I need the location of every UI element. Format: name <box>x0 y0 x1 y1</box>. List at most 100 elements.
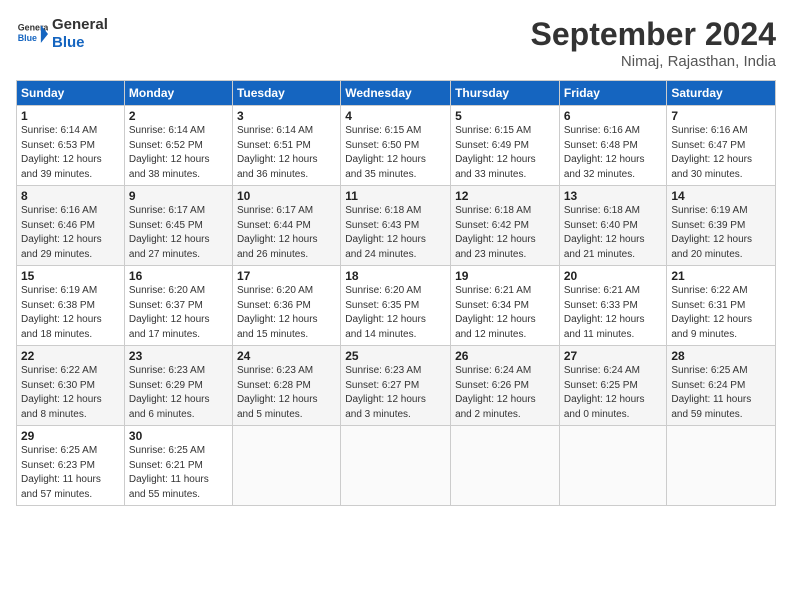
calendar-cell: 28Sunrise: 6:25 AM Sunset: 6:24 PM Dayli… <box>667 346 776 426</box>
day-number: 30 <box>129 429 228 443</box>
day-info: Sunrise: 6:23 AM Sunset: 6:29 PM Dayligh… <box>129 364 228 422</box>
day-info: Sunrise: 6:18 AM Sunset: 6:40 PM Dayligh… <box>564 204 663 262</box>
day-info: Sunrise: 6:21 AM Sunset: 6:33 PM Dayligh… <box>564 284 663 342</box>
month-title: September 2024 <box>531 16 776 53</box>
calendar-cell: 15Sunrise: 6:19 AM Sunset: 6:38 PM Dayli… <box>17 266 125 346</box>
calendar-cell <box>451 426 560 506</box>
calendar-cell: 24Sunrise: 6:23 AM Sunset: 6:28 PM Dayli… <box>232 346 340 426</box>
calendar-cell: 26Sunrise: 6:24 AM Sunset: 6:26 PM Dayli… <box>451 346 560 426</box>
calendar-cell: 5Sunrise: 6:15 AM Sunset: 6:49 PM Daylig… <box>451 106 560 186</box>
day-number: 25 <box>345 349 446 363</box>
day-info: Sunrise: 6:23 AM Sunset: 6:27 PM Dayligh… <box>345 364 446 422</box>
day-header: Wednesday <box>341 81 451 106</box>
day-number: 14 <box>671 189 771 203</box>
calendar-cell: 21Sunrise: 6:22 AM Sunset: 6:31 PM Dayli… <box>667 266 776 346</box>
day-number: 9 <box>129 189 228 203</box>
day-number: 16 <box>129 269 228 283</box>
day-number: 2 <box>129 109 228 123</box>
calendar-cell: 25Sunrise: 6:23 AM Sunset: 6:27 PM Dayli… <box>341 346 451 426</box>
calendar-cell: 7Sunrise: 6:16 AM Sunset: 6:47 PM Daylig… <box>667 106 776 186</box>
day-number: 5 <box>455 109 555 123</box>
calendar-cell <box>667 426 776 506</box>
calendar: SundayMondayTuesdayWednesdayThursdayFrid… <box>16 80 776 506</box>
calendar-cell: 11Sunrise: 6:18 AM Sunset: 6:43 PM Dayli… <box>341 186 451 266</box>
day-header: Saturday <box>667 81 776 106</box>
day-info: Sunrise: 6:22 AM Sunset: 6:31 PM Dayligh… <box>671 284 771 342</box>
calendar-cell: 29Sunrise: 6:25 AM Sunset: 6:23 PM Dayli… <box>17 426 125 506</box>
day-number: 10 <box>237 189 336 203</box>
day-number: 6 <box>564 109 663 123</box>
day-info: Sunrise: 6:22 AM Sunset: 6:30 PM Dayligh… <box>21 364 120 422</box>
day-info: Sunrise: 6:16 AM Sunset: 6:47 PM Dayligh… <box>671 124 771 182</box>
calendar-cell <box>232 426 340 506</box>
day-header: Friday <box>559 81 667 106</box>
day-info: Sunrise: 6:16 AM Sunset: 6:48 PM Dayligh… <box>564 124 663 182</box>
day-info: Sunrise: 6:19 AM Sunset: 6:38 PM Dayligh… <box>21 284 120 342</box>
calendar-cell <box>559 426 667 506</box>
day-number: 15 <box>21 269 120 283</box>
day-header: Thursday <box>451 81 560 106</box>
calendar-cell: 20Sunrise: 6:21 AM Sunset: 6:33 PM Dayli… <box>559 266 667 346</box>
day-header: Tuesday <box>232 81 340 106</box>
day-number: 1 <box>21 109 120 123</box>
calendar-cell: 10Sunrise: 6:17 AM Sunset: 6:44 PM Dayli… <box>232 186 340 266</box>
calendar-cell: 30Sunrise: 6:25 AM Sunset: 6:21 PM Dayli… <box>124 426 232 506</box>
day-number: 11 <box>345 189 446 203</box>
calendar-cell: 22Sunrise: 6:22 AM Sunset: 6:30 PM Dayli… <box>17 346 125 426</box>
calendar-cell: 18Sunrise: 6:20 AM Sunset: 6:35 PM Dayli… <box>341 266 451 346</box>
day-info: Sunrise: 6:21 AM Sunset: 6:34 PM Dayligh… <box>455 284 555 342</box>
calendar-cell: 14Sunrise: 6:19 AM Sunset: 6:39 PM Dayli… <box>667 186 776 266</box>
day-info: Sunrise: 6:18 AM Sunset: 6:42 PM Dayligh… <box>455 204 555 262</box>
day-number: 28 <box>671 349 771 363</box>
day-info: Sunrise: 6:20 AM Sunset: 6:37 PM Dayligh… <box>129 284 228 342</box>
calendar-cell: 8Sunrise: 6:16 AM Sunset: 6:46 PM Daylig… <box>17 186 125 266</box>
day-number: 21 <box>671 269 771 283</box>
logo: General Blue General Blue <box>16 16 108 52</box>
day-info: Sunrise: 6:17 AM Sunset: 6:44 PM Dayligh… <box>237 204 336 262</box>
day-number: 7 <box>671 109 771 123</box>
day-number: 4 <box>345 109 446 123</box>
calendar-cell: 16Sunrise: 6:20 AM Sunset: 6:37 PM Dayli… <box>124 266 232 346</box>
day-info: Sunrise: 6:24 AM Sunset: 6:25 PM Dayligh… <box>564 364 663 422</box>
logo-general: General <box>52 16 108 34</box>
day-number: 8 <box>21 189 120 203</box>
title-block: September 2024 Nimaj, Rajasthan, India <box>531 16 776 70</box>
page: General Blue General Blue September 2024… <box>0 0 792 516</box>
day-info: Sunrise: 6:25 AM Sunset: 6:23 PM Dayligh… <box>21 444 120 502</box>
calendar-cell: 13Sunrise: 6:18 AM Sunset: 6:40 PM Dayli… <box>559 186 667 266</box>
day-number: 26 <box>455 349 555 363</box>
calendar-cell: 3Sunrise: 6:14 AM Sunset: 6:51 PM Daylig… <box>232 106 340 186</box>
logo-blue: Blue <box>52 34 108 52</box>
day-number: 24 <box>237 349 336 363</box>
calendar-cell: 19Sunrise: 6:21 AM Sunset: 6:34 PM Dayli… <box>451 266 560 346</box>
svg-text:Blue: Blue <box>18 33 37 43</box>
day-info: Sunrise: 6:20 AM Sunset: 6:35 PM Dayligh… <box>345 284 446 342</box>
day-number: 22 <box>21 349 120 363</box>
day-header: Sunday <box>17 81 125 106</box>
day-number: 18 <box>345 269 446 283</box>
location: Nimaj, Rajasthan, India <box>531 53 776 70</box>
calendar-cell: 12Sunrise: 6:18 AM Sunset: 6:42 PM Dayli… <box>451 186 560 266</box>
calendar-cell: 1Sunrise: 6:14 AM Sunset: 6:53 PM Daylig… <box>17 106 125 186</box>
day-info: Sunrise: 6:14 AM Sunset: 6:53 PM Dayligh… <box>21 124 120 182</box>
day-number: 12 <box>455 189 555 203</box>
calendar-cell: 27Sunrise: 6:24 AM Sunset: 6:25 PM Dayli… <box>559 346 667 426</box>
day-header: Monday <box>124 81 232 106</box>
day-number: 17 <box>237 269 336 283</box>
day-number: 29 <box>21 429 120 443</box>
calendar-cell: 9Sunrise: 6:17 AM Sunset: 6:45 PM Daylig… <box>124 186 232 266</box>
calendar-cell <box>341 426 451 506</box>
day-number: 20 <box>564 269 663 283</box>
day-info: Sunrise: 6:24 AM Sunset: 6:26 PM Dayligh… <box>455 364 555 422</box>
day-info: Sunrise: 6:15 AM Sunset: 6:50 PM Dayligh… <box>345 124 446 182</box>
day-info: Sunrise: 6:16 AM Sunset: 6:46 PM Dayligh… <box>21 204 120 262</box>
calendar-cell: 23Sunrise: 6:23 AM Sunset: 6:29 PM Dayli… <box>124 346 232 426</box>
calendar-cell: 6Sunrise: 6:16 AM Sunset: 6:48 PM Daylig… <box>559 106 667 186</box>
day-info: Sunrise: 6:25 AM Sunset: 6:21 PM Dayligh… <box>129 444 228 502</box>
calendar-cell: 2Sunrise: 6:14 AM Sunset: 6:52 PM Daylig… <box>124 106 232 186</box>
header: General Blue General Blue September 2024… <box>16 16 776 70</box>
day-number: 19 <box>455 269 555 283</box>
day-number: 13 <box>564 189 663 203</box>
day-info: Sunrise: 6:20 AM Sunset: 6:36 PM Dayligh… <box>237 284 336 342</box>
day-info: Sunrise: 6:18 AM Sunset: 6:43 PM Dayligh… <box>345 204 446 262</box>
